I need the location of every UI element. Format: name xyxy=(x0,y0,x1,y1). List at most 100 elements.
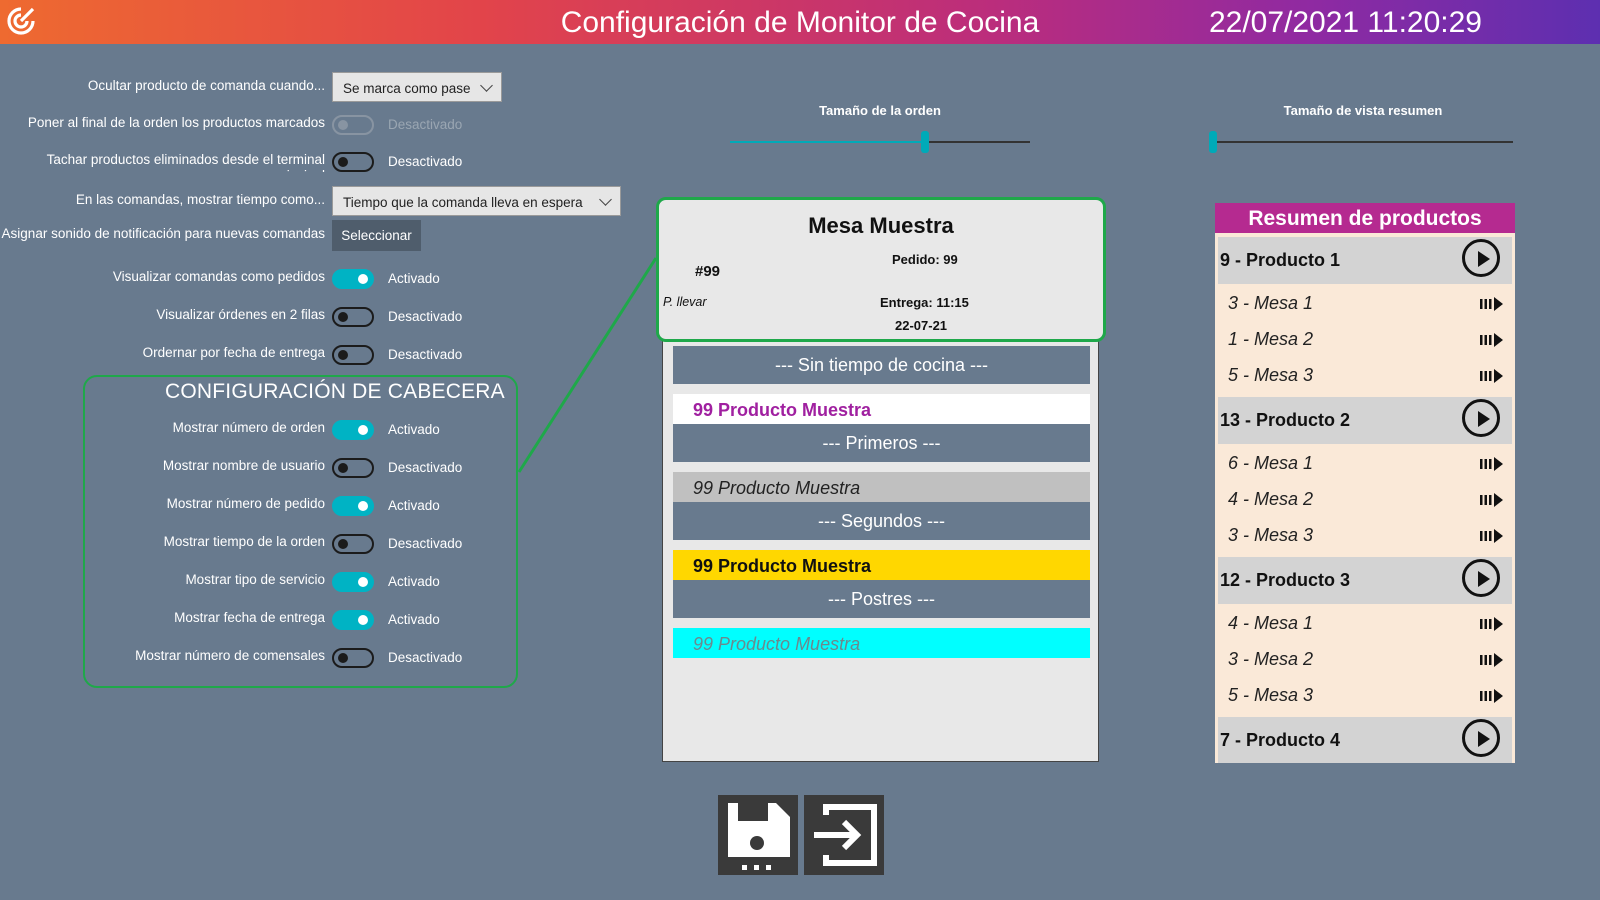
summary-table-row: 5 - Mesa 3 xyxy=(1218,677,1512,713)
strike-deleted-toggle[interactable] xyxy=(332,152,374,172)
save-button[interactable] xyxy=(718,795,798,875)
show-delivery-date-toggle[interactable] xyxy=(332,610,374,630)
order-size-slider[interactable] xyxy=(730,131,1030,153)
setting-show-time: En las comandas, mostrar tiempo como... … xyxy=(0,186,640,216)
summary-product: 13 - Producto 2 xyxy=(1218,397,1512,444)
hide-product-select[interactable]: Se marca como pase xyxy=(332,72,502,102)
send-to-pass-icon[interactable] xyxy=(1480,333,1504,347)
show-time-select[interactable]: Tiempo que la comanda lleva en espera xyxy=(332,186,621,216)
toggle-state: Activado xyxy=(388,612,440,627)
order-pedido: Pedido: 99 xyxy=(892,252,958,267)
toggle-state: Desactivado xyxy=(388,347,463,362)
send-to-pass-icon[interactable] xyxy=(1480,653,1504,667)
order-delivery-time: Entrega: 11:15 xyxy=(880,295,969,310)
summary-size-slider[interactable] xyxy=(1209,131,1513,153)
select-sound-button[interactable]: Seleccionar xyxy=(332,220,421,251)
setting-label: Tachar productos eliminados desde el ter… xyxy=(46,152,325,172)
show-order-time-toggle[interactable] xyxy=(332,534,374,554)
setting-hide-product: Ocultar producto de comanda cuando... Se… xyxy=(0,72,640,102)
summary-table-row: 1 - Mesa 2 xyxy=(1218,321,1512,357)
slider-thumb[interactable] xyxy=(1209,131,1217,153)
send-to-pass-icon[interactable] xyxy=(1480,617,1504,631)
title-bar: Configuración de Monitor de Cocina 22/07… xyxy=(0,0,1600,44)
setting-move-passed: Poner al final de la orden los productos… xyxy=(0,109,640,137)
exit-button[interactable] xyxy=(804,795,884,875)
order-product: 99 Producto Muestra xyxy=(673,472,1090,502)
chevron-down-icon xyxy=(599,193,612,206)
summary-product-name: 12 - Producto 3 xyxy=(1220,570,1351,590)
order-service-type: P. llevar xyxy=(663,295,707,309)
send-to-pass-icon[interactable] xyxy=(1480,529,1504,543)
summary-table-row: 3 - Mesa 1 xyxy=(1218,285,1512,321)
toggle-state: Desactivado xyxy=(388,536,463,551)
slider-thumb[interactable] xyxy=(921,131,929,153)
sort-delivery-toggle[interactable] xyxy=(332,345,374,365)
as-orders-toggle[interactable] xyxy=(332,269,374,289)
setting-notification-sound: Asignar sonido de notificación para nuev… xyxy=(0,220,640,251)
course-section: --- Segundos --- xyxy=(673,502,1090,540)
chevron-down-icon xyxy=(480,79,493,92)
show-service-type-toggle[interactable] xyxy=(332,572,374,592)
order-number: #99 xyxy=(695,263,721,280)
play-icon[interactable] xyxy=(1462,399,1500,437)
show-order-number-toggle[interactable] xyxy=(332,420,374,440)
order-header: Mesa Muestra Pedido: 99 #99 P. llevar En… xyxy=(656,197,1106,342)
order-delivery-date: 22-07-21 xyxy=(895,318,948,333)
send-to-pass-icon[interactable] xyxy=(1480,297,1504,311)
setting-as-orders: Visualizar comandas como pedidos Activad… xyxy=(0,263,640,291)
summary-product-name: 9 - Producto 1 xyxy=(1220,250,1341,270)
toggle-state: Desactivado xyxy=(388,117,463,132)
summary-table-row: 4 - Mesa 2 xyxy=(1218,481,1512,517)
send-to-pass-icon[interactable] xyxy=(1480,689,1504,703)
send-to-pass-icon[interactable] xyxy=(1480,369,1504,383)
setting-label: Mostrar nombre de usuario xyxy=(162,458,325,473)
summary-title: Resumen de productos xyxy=(1215,203,1515,233)
setting-label: Visualizar órdenes en 2 filas xyxy=(156,307,325,322)
summary-table-row: 3 - Mesa 2 xyxy=(1218,641,1512,677)
product-summary-panel: Resumen de productos 9 - Producto 1 3 - … xyxy=(1215,203,1515,763)
setting-label: Mostrar tipo de servicio xyxy=(185,572,325,587)
send-to-pass-icon[interactable] xyxy=(1480,457,1504,471)
header-config-item: Mostrar tipo de servicio Activado xyxy=(0,566,640,594)
summary-product: 7 - Producto 4 xyxy=(1218,717,1512,763)
order-product: 99 Producto Muestra xyxy=(673,628,1090,658)
move-passed-toggle[interactable] xyxy=(332,115,374,135)
toggle-state: Desactivado xyxy=(388,154,463,169)
setting-label: Ocultar producto de comanda cuando... xyxy=(87,78,325,93)
toggle-state: Activado xyxy=(388,574,440,589)
summary-table-name: 5 - Mesa 3 xyxy=(1228,685,1314,705)
summary-table-name: 1 - Mesa 2 xyxy=(1228,329,1314,349)
header-config-item: Mostrar tiempo de la orden Desactivado xyxy=(0,528,640,556)
header-config-title: CONFIGURACIÓN DE CABECERA xyxy=(165,380,505,403)
select-value: Se marca como pase xyxy=(343,81,471,96)
toggle-state: Desactivado xyxy=(388,309,463,324)
setting-label: Mostrar tiempo de la orden xyxy=(163,534,325,549)
summary-table-row: 3 - Mesa 3 xyxy=(1218,517,1512,553)
play-icon[interactable] xyxy=(1462,239,1500,277)
summary-product-name: 13 - Producto 2 xyxy=(1220,410,1351,430)
setting-two-rows: Visualizar órdenes en 2 filas Desactivad… xyxy=(0,301,640,329)
show-diners-toggle[interactable] xyxy=(332,648,374,668)
toggle-state: Activado xyxy=(388,498,440,513)
summary-table-row: 4 - Mesa 1 xyxy=(1218,605,1512,641)
summary-table-name: 4 - Mesa 1 xyxy=(1228,613,1314,633)
summary-product: 12 - Producto 3 xyxy=(1218,557,1512,604)
play-icon[interactable] xyxy=(1462,719,1500,757)
summary-table-row: 5 - Mesa 3 xyxy=(1218,357,1512,393)
setting-label: Mostrar número de comensales xyxy=(135,648,325,663)
summary-table-name: 4 - Mesa 2 xyxy=(1228,489,1314,509)
setting-label: Mostrar fecha de entrega xyxy=(174,610,325,625)
setting-label: Asignar sonido de notificación para nuev… xyxy=(1,226,325,241)
show-username-toggle[interactable] xyxy=(332,458,374,478)
summary-table-name: 3 - Mesa 2 xyxy=(1228,649,1314,669)
show-pedido-number-toggle[interactable] xyxy=(332,496,374,516)
setting-sort-delivery: Ordernar por fecha de entrega Desactivad… xyxy=(0,339,640,367)
summary-size-label: Tamaño de vista resumen xyxy=(1283,103,1443,118)
order-product: 99 Producto Muestra xyxy=(673,550,1090,580)
send-to-pass-icon[interactable] xyxy=(1480,493,1504,507)
two-rows-toggle[interactable] xyxy=(332,307,374,327)
setting-label: Ordernar por fecha de entrega xyxy=(142,345,325,360)
play-icon[interactable] xyxy=(1462,559,1500,597)
header-config-item: Mostrar fecha de entrega Activado xyxy=(0,604,640,632)
save-icon xyxy=(728,803,790,870)
